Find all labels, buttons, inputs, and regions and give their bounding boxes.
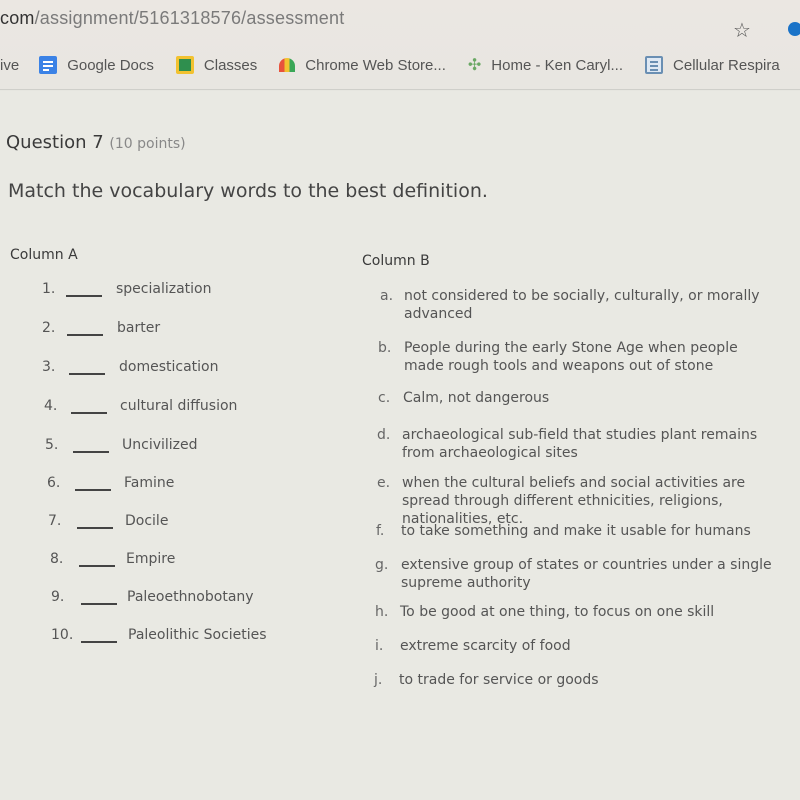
bookmark-label: ive [0, 56, 20, 74]
definition-text: extreme scarcity of food [400, 638, 571, 654]
tree-icon: ✣ [467, 57, 482, 74]
definition-text: extensive group of states or countries u… [401, 557, 772, 591]
definition-letter: e. [377, 475, 391, 491]
definition-text: to trade for service or goods [399, 672, 599, 688]
column-a-title: Column A [10, 247, 78, 263]
definition-letter: i. [375, 638, 384, 654]
definition-text: to take something and make it usable for… [401, 523, 751, 539]
definition-text: archaeological sub-field that studies pl… [402, 427, 758, 461]
column-b-item: g. extensive group of states or countries… [0, 556, 800, 596]
definition-letter: h. [375, 604, 389, 620]
question-title: Question 7 [6, 132, 104, 153]
url-host: com [0, 8, 35, 28]
google-classroom-icon [175, 56, 194, 74]
column-b-item: d. archaeological sub-field that studies … [0, 426, 800, 466]
bookmark-label: Home - Ken Caryl... [491, 56, 624, 74]
bookmark-home-ken-caryl[interactable]: ✣ Home - Ken Caryl... [468, 55, 623, 75]
star-outline-icon[interactable]: ☆ [733, 18, 751, 42]
definition-letter: b. [378, 340, 392, 356]
definition-letter: j. [374, 672, 383, 688]
definition-text: not considered to be socially, culturall… [404, 288, 760, 322]
bookmark-drive[interactable]: ive [0, 57, 19, 74]
definition-text: when the cultural beliefs and social act… [402, 475, 746, 527]
bookmarks-bar: ive Google Docs Classes Chrome Web Store… [0, 50, 800, 80]
column-b-item: j. to trade for service or goods [0, 671, 800, 711]
column-b-item: c. Calm, not dangerous [0, 389, 800, 429]
assessment-page: Question 7 (10 points) Match the vocabul… [0, 91, 800, 800]
definition-letter: f. [376, 523, 385, 539]
definition-letter: c. [378, 390, 391, 406]
answer-blank[interactable] [67, 334, 103, 336]
url-path: /assignment/5161318576/assessment [34, 8, 345, 28]
column-b-item: e. when the cultural beliefs and social a… [0, 474, 800, 527]
definition-letter: g. [375, 557, 389, 573]
google-docs-icon [39, 56, 58, 74]
bookmark-label: Classes [203, 56, 258, 74]
question-prompt: Match the vocabulary words to the best d… [8, 180, 488, 202]
bookmark-google-docs[interactable]: Google Docs [39, 56, 154, 74]
definition-text: Calm, not dangerous [403, 390, 550, 406]
document-icon [645, 56, 664, 74]
definition-letter: d. [377, 427, 391, 443]
bookmark-cellular-respiration[interactable]: Cellular Respira [645, 56, 780, 74]
bookmark-label: Google Docs [67, 56, 154, 74]
column-b-item: b. People during the early Stone Age when… [0, 339, 800, 379]
browser-chrome: com/assignment/5161318576/assessment ☆ i… [0, 0, 800, 90]
definition-text: To be good at one thing, to focus on one… [400, 604, 715, 620]
extension-icon[interactable] [788, 22, 800, 36]
definition-letter: a. [380, 288, 394, 304]
question-points: (10 points) [109, 136, 186, 152]
bookmark-label: Cellular Respira [673, 56, 780, 74]
address-bar[interactable]: com/assignment/5161318576/assessment [0, 8, 344, 29]
question-header: Question 7 (10 points) [6, 132, 186, 153]
column-b-title: Column B [362, 253, 430, 269]
bookmark-chrome-web-store[interactable]: Chrome Web Store... [279, 57, 446, 74]
bookmark-label: Chrome Web Store... [305, 56, 446, 74]
bookmark-classes[interactable]: Classes [175, 56, 258, 74]
column-b-item: a. not considered to be socially, cultura… [0, 287, 800, 327]
chrome-web-store-icon [279, 58, 296, 72]
definition-text: People during the early Stone Age when p… [404, 340, 738, 374]
